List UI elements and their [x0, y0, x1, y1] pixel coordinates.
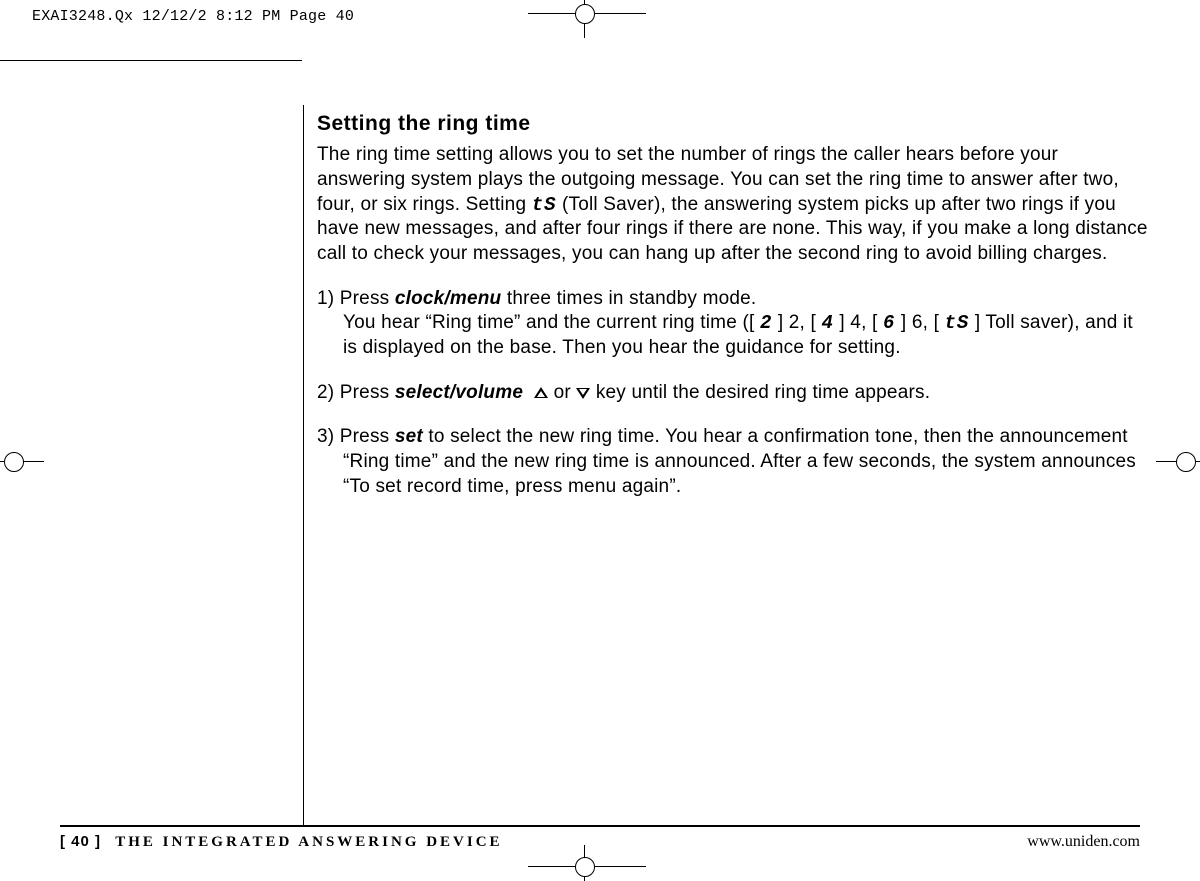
ts-glyph: tS: [945, 312, 970, 334]
key-set: set: [395, 426, 423, 447]
registration-mark-right: [1174, 450, 1198, 474]
section-title: Setting the ring time: [317, 110, 1150, 137]
step-1: 1) Press clock/menu three times in stand…: [317, 287, 1150, 361]
digit-2-glyph: 2: [760, 312, 772, 334]
digit-4-glyph: 4: [821, 312, 833, 334]
volume-up-icon: [534, 387, 548, 399]
toll-saver-glyph: tS: [532, 194, 557, 216]
page-number: [ 40 ]: [60, 833, 101, 850]
page-content: Setting the ring time The ring time sett…: [317, 110, 1150, 520]
step-3: 3) Press set to select the new ring time…: [317, 425, 1150, 499]
key-clock-menu: clock/menu: [395, 288, 502, 309]
crop-line: [0, 60, 302, 61]
content-left-rule: [303, 105, 304, 825]
footer-url: www.uniden.com: [1027, 833, 1140, 851]
print-header-slug: EXAI3248.Qx 12/12/2 8:12 PM Page 40: [32, 8, 354, 25]
key-select-volume: select/volume: [395, 382, 523, 403]
registration-mark-left: [2, 450, 26, 474]
step-2: 2) Press select/volume or key until the …: [317, 381, 1150, 406]
digit-6-glyph: 6: [883, 312, 895, 334]
intro-paragraph: The ring time setting allows you to set …: [317, 143, 1150, 266]
volume-down-icon: [576, 387, 590, 399]
footer-section-title: THE INTEGRATED ANSWERING DEVICE: [115, 834, 502, 850]
page-footer: [ 40 ] THE INTEGRATED ANSWERING DEVICE w…: [60, 825, 1140, 861]
registration-mark-top: [573, 2, 597, 26]
